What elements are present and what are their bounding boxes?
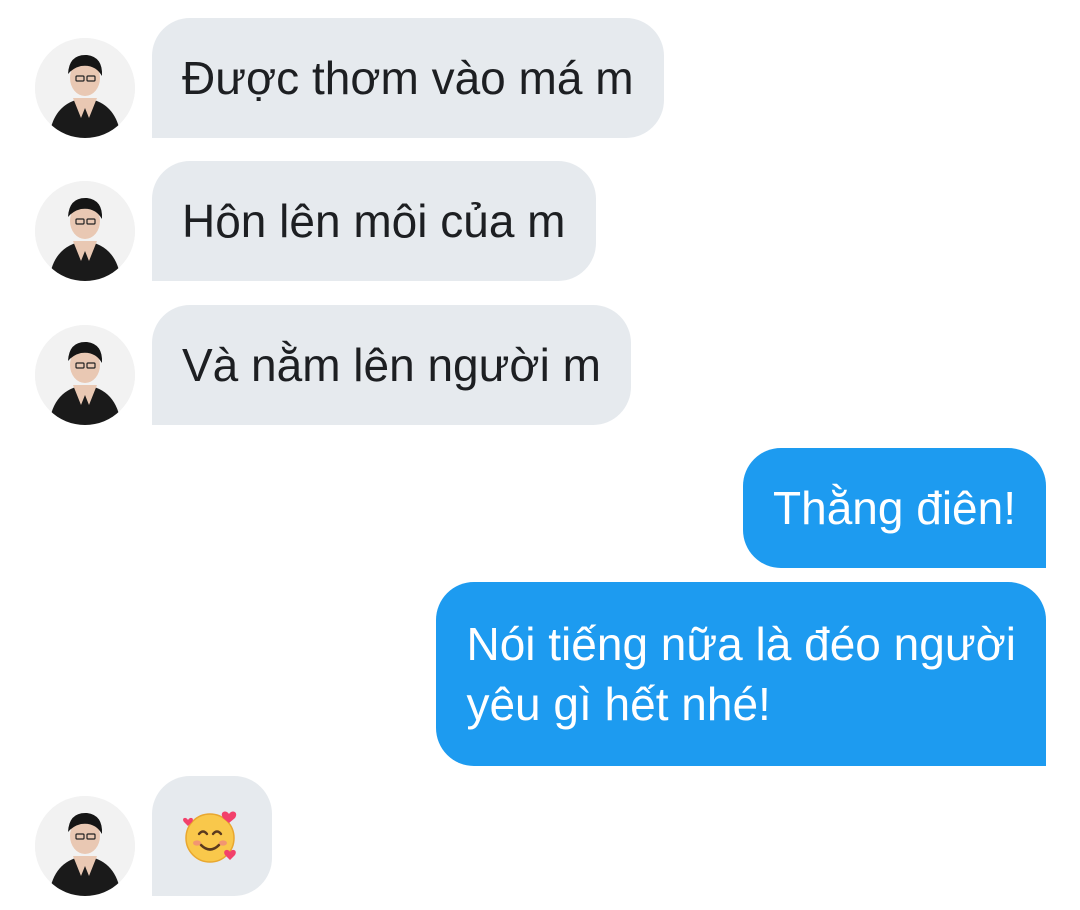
message-text: Thằng điên! [773, 482, 1016, 534]
sender-avatar[interactable] [35, 181, 135, 281]
sender-avatar[interactable] [35, 325, 135, 425]
incoming-message-bubble[interactable]: Và nằm lên người m [152, 305, 631, 425]
sender-avatar[interactable] [35, 796, 135, 896]
outgoing-message-bubble[interactable]: Thằng điên! [743, 448, 1046, 568]
outgoing-message-bubble[interactable]: Nói tiếng nữa là đéo người yêu gì hết nh… [436, 582, 1046, 766]
message-text: Hôn lên môi của m [182, 195, 566, 247]
message-text-line-1: Nói tiếng nữa là đéo người [466, 618, 1016, 670]
incoming-message-bubble[interactable]: Hôn lên môi của m [152, 161, 596, 281]
smiling-face-with-hearts-icon [183, 811, 237, 863]
avatar-photo-icon [35, 181, 135, 281]
sender-avatar[interactable] [35, 38, 135, 138]
avatar-photo-icon [35, 325, 135, 425]
message-text: Được thơm vào má m [182, 52, 634, 104]
avatar-photo-icon [35, 796, 135, 896]
incoming-message-bubble[interactable]: Được thơm vào má m [152, 18, 664, 138]
message-text-line-2: yêu gì hết nhé! [466, 678, 771, 730]
incoming-emoji-bubble[interactable] [152, 776, 272, 896]
message-text: Và nằm lên người m [182, 339, 601, 391]
avatar-photo-icon [35, 38, 135, 138]
